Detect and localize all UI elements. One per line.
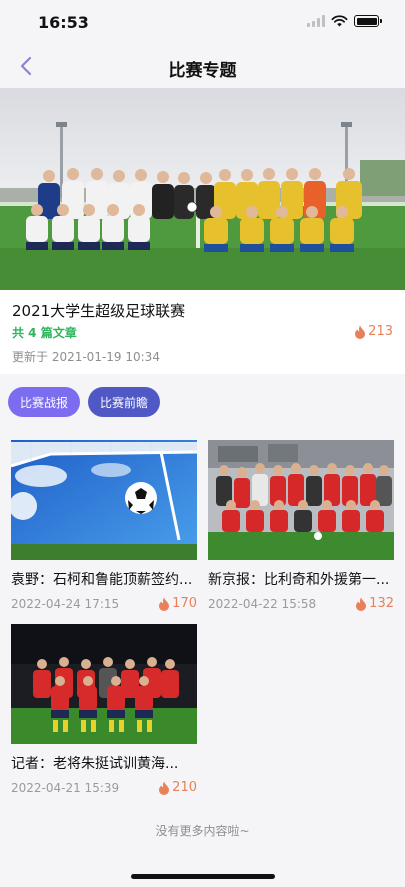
article-heat-value: 210: [172, 780, 197, 795]
category-tabs: 比赛战报 比赛前瞻: [8, 387, 161, 417]
article-thumbnail: [11, 440, 197, 560]
article-count: 共 4 篇文章: [12, 326, 77, 340]
article-title: 袁野：石柯和鲁能顶薪签约...: [11, 572, 193, 588]
article-meta: 2022-04-24 17:15 170: [11, 596, 197, 611]
article-thumbnail: [208, 440, 394, 560]
article-title: 记者：老将朱挺试训黄海...: [11, 756, 179, 772]
flame-icon: [159, 781, 170, 795]
article-thumbnail: [11, 624, 197, 744]
status-bar: 16:53: [0, 0, 405, 44]
articles-section: 比赛战报 比赛前瞻 袁野：石柯和鲁能顶薪签约... 2022-04-24 17:…: [0, 374, 405, 887]
article-heat: 132: [355, 596, 394, 611]
flame-icon: [356, 597, 367, 611]
flame-icon: [355, 325, 366, 339]
article-card[interactable]: 新京报：比利奇和外援第一... 2022-04-22 15:58 132: [208, 440, 394, 611]
article-title: 新京报：比利奇和外援第一...: [208, 572, 390, 588]
wifi-icon: [331, 15, 348, 27]
article-heat: 170: [158, 596, 197, 611]
updated-time: 更新于 2021-01-19 10:34: [12, 350, 160, 364]
topic-heat-value: 213: [368, 324, 393, 339]
nav-bar: 比赛专题: [0, 44, 405, 88]
status-icons: [307, 15, 382, 27]
article-meta: 2022-04-21 15:39 210: [11, 780, 197, 795]
article-meta: 2022-04-22 15:58 132: [208, 596, 394, 611]
no-more-content: 没有更多内容啦~: [155, 824, 250, 838]
topic-hero-image: [0, 88, 405, 290]
article-heat-value: 170: [172, 596, 197, 611]
article-card[interactable]: 记者：老将朱挺试训黄海... 2022-04-21 15:39 210: [11, 624, 197, 795]
article-card[interactable]: 袁野：石柯和鲁能顶薪签约... 2022-04-24 17:15 170: [11, 440, 197, 611]
tab-match-report[interactable]: 比赛战报: [8, 387, 81, 417]
topic-heat: 213: [354, 324, 393, 339]
tab-match-preview[interactable]: 比赛前瞻: [88, 387, 161, 417]
article-heat: 210: [158, 780, 197, 795]
article-date: 2022-04-21 15:39: [11, 780, 120, 795]
home-indicator[interactable]: [131, 874, 275, 879]
article-date: 2022-04-24 17:15: [11, 596, 120, 611]
topic-title: 2021大学生超级足球联赛: [12, 302, 186, 320]
signal-icon: [307, 15, 325, 27]
article-heat-value: 132: [369, 596, 394, 611]
article-date: 2022-04-22 15:58: [208, 596, 317, 611]
battery-icon: [354, 15, 382, 27]
flame-icon: [159, 597, 170, 611]
status-time: 16:53: [38, 13, 89, 32]
topic-info: 2021大学生超级足球联赛 共 4 篇文章 213 更新于 2021-01-19…: [0, 290, 405, 374]
page-title: 比赛专题: [168, 61, 237, 81]
